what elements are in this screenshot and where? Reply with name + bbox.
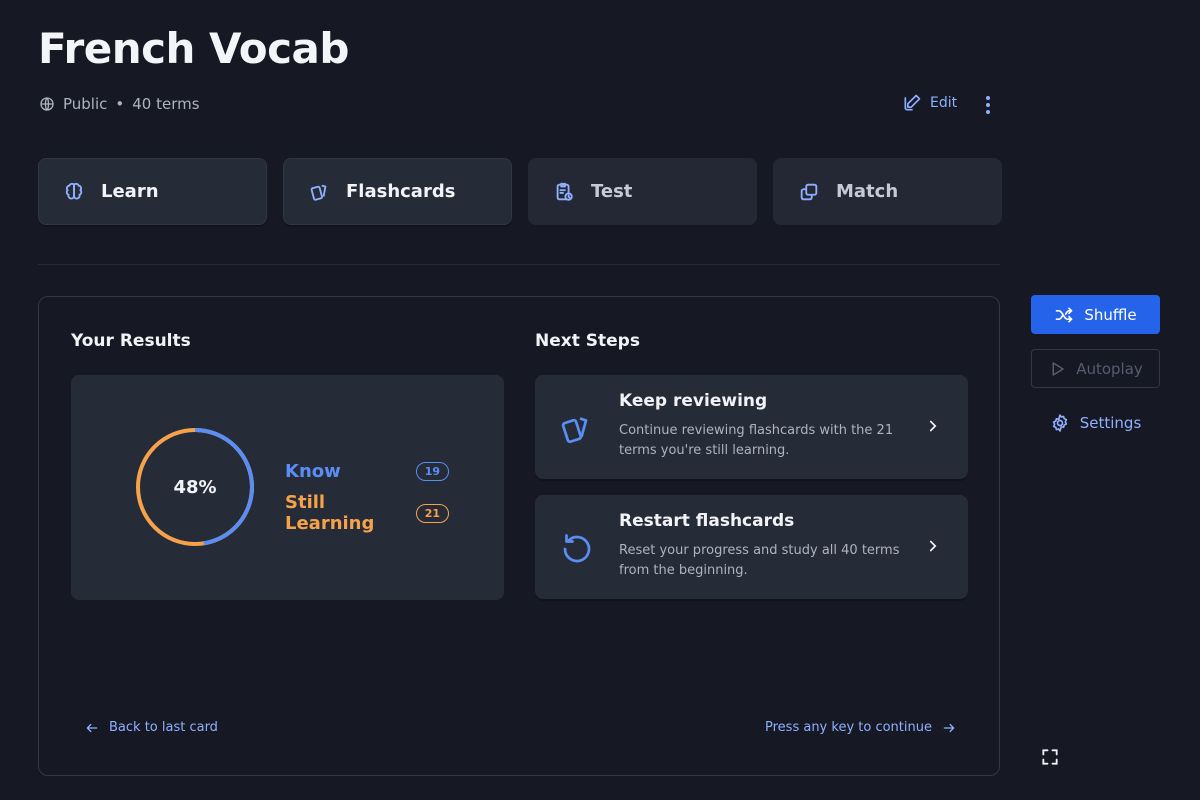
play-icon — [1052, 361, 1064, 376]
pencil-icon — [904, 94, 921, 111]
page-title: French Vocab — [38, 24, 349, 73]
mode-learn[interactable]: Learn — [38, 158, 267, 225]
results-panel: Your Results Next Steps 48% Know 19 Stil… — [38, 296, 1000, 776]
continue-label: Press any key to continue — [765, 720, 932, 735]
know-count-badge: 19 — [415, 462, 449, 481]
next-steps-heading: Next Steps — [535, 331, 640, 351]
restart-icon — [563, 534, 591, 563]
more-options-icon[interactable] — [980, 94, 996, 116]
flashcards-icon — [310, 184, 327, 201]
fullscreen-icon[interactable] — [1040, 747, 1060, 767]
study-modes: Learn Flashcards Test Match — [38, 158, 1002, 225]
mode-match[interactable]: Match — [773, 158, 1002, 225]
brain-icon — [65, 182, 83, 199]
know-row: Know 19 — [285, 461, 449, 482]
back-label: Back to last card — [109, 720, 218, 735]
step-description: Continue reviewing flashcards with the 2… — [619, 423, 894, 458]
copy-icon — [800, 183, 818, 200]
edit-button[interactable]: Edit — [902, 93, 957, 113]
gear-icon — [1052, 413, 1067, 432]
clipboard-clock-icon — [556, 182, 573, 201]
mode-label: Test — [591, 181, 633, 202]
settings-button[interactable]: Settings — [1031, 403, 1160, 442]
percent-label: 48% — [173, 476, 217, 498]
results-heading: Your Results — [71, 331, 191, 351]
globe-icon — [40, 97, 54, 111]
edit-label: Edit — [930, 95, 958, 111]
visibility-label: Public — [63, 95, 108, 113]
flashcards-icon — [561, 417, 588, 444]
learning-row: Still Learning 21 — [285, 492, 449, 534]
mode-label: Match — [836, 181, 899, 202]
arrow-left-icon — [86, 723, 98, 732]
autoplay-label: Autoplay — [1076, 359, 1143, 378]
mode-label: Learn — [101, 181, 159, 202]
meta-separator: • — [115, 95, 125, 113]
continue-link[interactable]: Press any key to continue — [765, 720, 956, 735]
shuffle-button[interactable]: Shuffle — [1031, 295, 1160, 334]
step-title: Restart flashcards — [619, 511, 795, 531]
learning-count-badge: 21 — [415, 503, 449, 523]
mode-label: Flashcards — [346, 181, 456, 202]
restart-flashcards-card[interactable]: Restart flashcards Reset your progress a… — [535, 495, 968, 599]
shuffle-icon — [1056, 307, 1073, 322]
mode-flashcards[interactable]: Flashcards — [283, 158, 512, 225]
autoplay-button[interactable]: Autoplay — [1031, 349, 1160, 388]
chevron-right-icon — [929, 540, 937, 552]
step-description: Reset your progress and study all 40 ter… — [619, 543, 900, 578]
term-count: 40 terms — [132, 95, 200, 113]
chevron-right-icon — [929, 420, 937, 432]
arrow-right-icon — [943, 723, 955, 732]
step-title: Keep reviewing — [619, 391, 768, 411]
back-to-last-card-link[interactable]: Back to last card — [85, 720, 218, 735]
set-meta: Public • 40 terms — [39, 95, 200, 113]
results-card: 48% Know 19 Still Learning 21 — [71, 375, 504, 600]
learning-label: Still Learning — [285, 492, 375, 534]
mode-test[interactable]: Test — [528, 158, 757, 225]
shuffle-label: Shuffle — [1084, 305, 1137, 324]
settings-label: Settings — [1079, 413, 1142, 432]
know-label: Know — [285, 461, 341, 482]
keep-reviewing-card[interactable]: Keep reviewing Continue reviewing flashc… — [535, 375, 968, 479]
section-divider — [38, 264, 1000, 265]
